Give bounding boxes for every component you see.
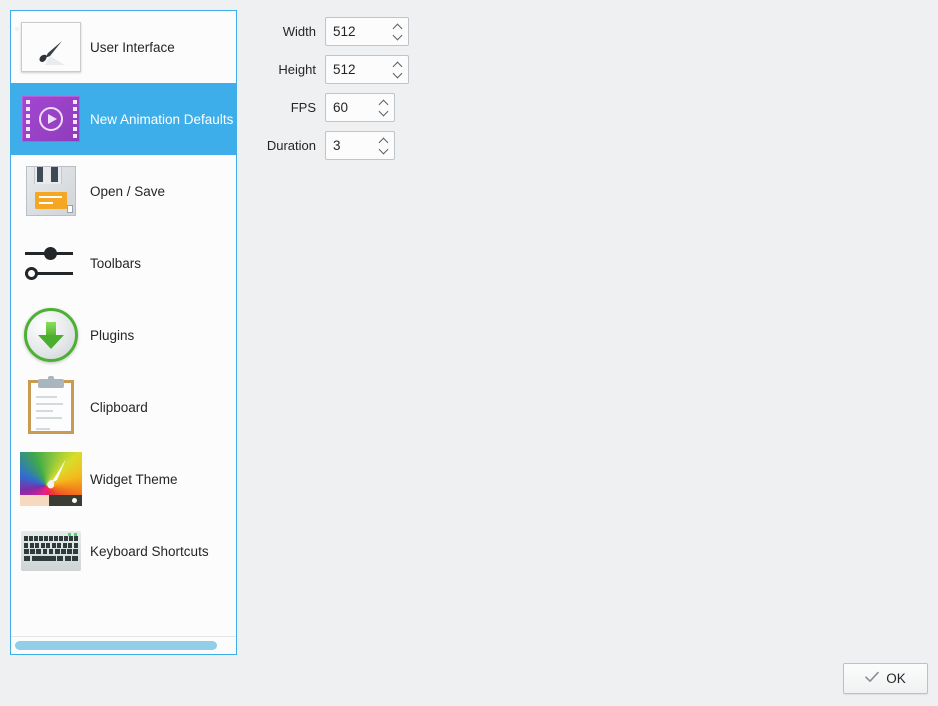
height-label: Height: [278, 62, 316, 77]
duration-stepper[interactable]: [372, 132, 394, 159]
ok-button[interactable]: OK: [843, 663, 928, 694]
sidebar-item-label: New Animation Defaults: [90, 111, 234, 127]
sidebar-item-clipboard[interactable]: Clipboard: [11, 371, 236, 443]
width-field-row: Width 512: [258, 16, 409, 47]
horizontal-scrollbar[interactable]: [11, 636, 236, 654]
sidebar-item-label: Open / Save: [90, 183, 166, 199]
height-value[interactable]: 512: [326, 62, 386, 77]
download-arrow-icon: [19, 303, 83, 367]
sidebar-item-label: Toolbars: [90, 255, 142, 271]
fps-stepper[interactable]: [372, 94, 394, 121]
settings-category-list[interactable]: User Interface New Animation Defaults Open…: [11, 11, 236, 636]
duration-value[interactable]: 3: [326, 138, 372, 153]
ok-button-label: OK: [886, 671, 906, 686]
check-icon: [865, 671, 880, 686]
sidebar-item-toolbars[interactable]: Toolbars: [11, 227, 236, 299]
chevron-down-icon[interactable]: [393, 71, 402, 76]
sidebar-item-label: Widget Theme: [90, 471, 178, 487]
user-interface-icon: [19, 15, 83, 79]
settings-category-sidebar: User Interface New Animation Defaults Open…: [10, 10, 237, 655]
color-wheel-brush-icon: [19, 447, 83, 511]
width-label: Width: [282, 24, 316, 39]
duration-spinbox[interactable]: 3: [325, 131, 395, 160]
sidebar-item-label: User Interface: [90, 39, 175, 55]
sidebar-item-widget-theme[interactable]: Widget Theme: [11, 443, 236, 515]
sidebar-item-label: Plugins: [90, 327, 135, 343]
sidebar-item-label: Keyboard Shortcuts: [90, 543, 209, 559]
height-spinbox[interactable]: 512: [325, 55, 409, 84]
width-stepper[interactable]: [386, 18, 408, 45]
sidebar-item-new-animation-defaults[interactable]: New Animation Defaults: [11, 83, 236, 155]
height-stepper[interactable]: [386, 56, 408, 83]
chevron-down-icon[interactable]: [379, 109, 388, 114]
chevron-down-icon[interactable]: [379, 147, 388, 152]
floppy-disk-icon: [19, 159, 83, 223]
duration-label: Duration: [266, 138, 316, 153]
width-spinbox[interactable]: 512: [325, 17, 409, 46]
fps-spinbox[interactable]: 60: [325, 93, 395, 122]
sidebar-item-open-save[interactable]: Open / Save: [11, 155, 236, 227]
duration-field-row: Duration 3: [258, 130, 409, 161]
horizontal-scrollbar-thumb[interactable]: [15, 641, 217, 650]
animation-defaults-form: Width 512 Height 512 FPS 60 Duration 3: [258, 16, 409, 168]
fps-field-row: FPS 60: [258, 92, 409, 123]
keyboard-icon: [19, 519, 83, 583]
clipboard-icon: [19, 375, 83, 439]
width-value[interactable]: 512: [326, 24, 386, 39]
sidebar-item-keyboard-shortcuts[interactable]: Keyboard Shortcuts: [11, 515, 236, 587]
sidebar-item-plugins[interactable]: Plugins: [11, 299, 236, 371]
fps-label: FPS: [290, 100, 316, 115]
fps-value[interactable]: 60: [326, 100, 372, 115]
chevron-down-icon[interactable]: [393, 33, 402, 38]
film-strip-play-icon: [19, 87, 83, 151]
sidebar-item-user-interface[interactable]: User Interface: [11, 11, 236, 83]
height-field-row: Height 512: [258, 54, 409, 85]
sliders-icon: [19, 231, 83, 295]
sidebar-item-label: Clipboard: [90, 399, 148, 415]
